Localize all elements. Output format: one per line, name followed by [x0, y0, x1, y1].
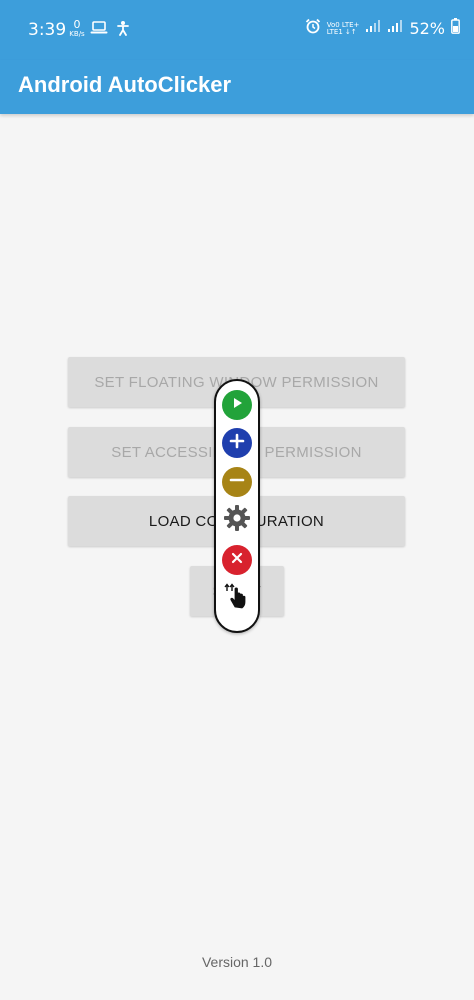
- move-pointer-icon: [222, 581, 252, 616]
- app-bar: Android AutoClicker: [0, 60, 474, 114]
- lte-indicator: Vo0 LTE+ LTE1 ↓↑: [326, 21, 360, 36]
- close-icon: [230, 551, 244, 570]
- settings-button[interactable]: [222, 504, 252, 537]
- gear-icon: [223, 504, 251, 537]
- network-speed-value: 0: [73, 18, 81, 31]
- remove-icon: [229, 472, 245, 493]
- alarm-icon: [305, 18, 321, 39]
- status-time: 3:39: [28, 20, 67, 40]
- accessibility-icon: [116, 20, 130, 41]
- version-label: Version 1.0: [201, 954, 273, 970]
- add-icon: [229, 433, 245, 454]
- play-icon: [230, 396, 244, 415]
- remove-point-button[interactable]: [222, 467, 252, 497]
- app-title: Android AutoClicker: [18, 72, 232, 97]
- status-bar: 3:39 0 KB/s Vo0 LTE+ LTE1 ↓↑ 52%: [0, 0, 474, 60]
- network-speed-unit: KB/s: [69, 30, 85, 38]
- signal-icon-2: [387, 19, 403, 38]
- status-icons-left: [90, 20, 130, 41]
- move-toolbar-button[interactable]: [222, 581, 252, 616]
- floating-toolbar: [214, 379, 260, 633]
- battery-icon: [451, 18, 460, 39]
- battery-percent: 52%: [409, 19, 445, 38]
- status-icons-right: Vo0 LTE+ LTE1 ↓↑ 52%: [305, 18, 460, 39]
- add-point-button[interactable]: [222, 428, 252, 458]
- close-button[interactable]: [222, 545, 252, 575]
- screen: 3:39 0 KB/s Vo0 LTE+ LTE1 ↓↑ 52% Android…: [0, 0, 474, 1000]
- lte-line2: LTE1 ↓↑: [326, 27, 357, 36]
- laptop-icon: [90, 21, 108, 40]
- signal-icon: [365, 19, 381, 38]
- network-speed: 0 KB/s: [68, 18, 86, 38]
- play-button[interactable]: [222, 390, 252, 420]
